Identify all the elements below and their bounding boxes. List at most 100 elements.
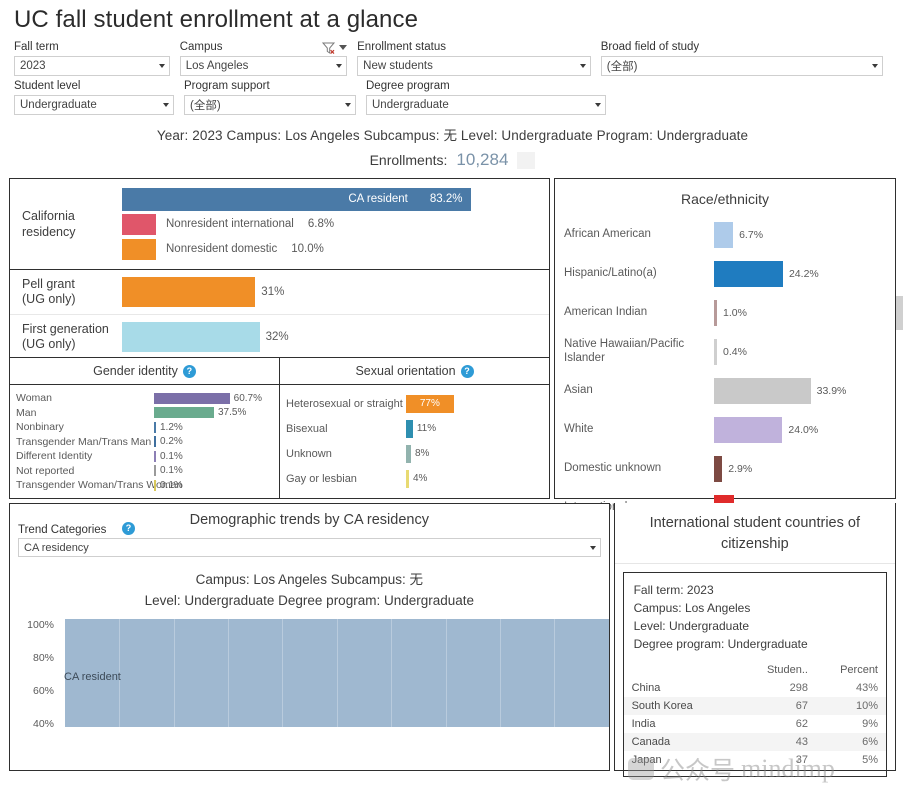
sexual-orientation-row[interactable]: Heterosexual or straight 77% [286,391,545,416]
bar-gender-2[interactable] [154,421,156,433]
sexual-orientation-row[interactable]: Unknown 8% [286,441,545,466]
table-row[interactable]: South Korea 67 10% [623,697,886,715]
cell-country: Canada [623,733,742,751]
table-row[interactable]: China 298 43% [624,679,886,697]
filter-label-text: Degree program [366,80,450,92]
bar-race-5[interactable] [714,416,783,443]
help-icon[interactable]: ? [182,364,196,378]
pell-grant-label: Pell grant (UG only) [22,277,76,306]
bar-orientation-1[interactable] [406,419,413,438]
bar-race-6[interactable] [714,455,723,482]
table-header-row: Studen.. Percent [624,663,886,679]
student-level-select[interactable]: Undergraduate [14,95,174,115]
sexual-orientation-label: Gay or lesbian [286,472,357,485]
enrollment-status-select[interactable]: New students [357,56,591,76]
gender-identity-rows: Woman 60.7% Man 37.5% Nonbinary 1.2% Transgend… [10,385,279,493]
help-icon[interactable]: ? [122,522,135,535]
race-ethnicity-label: Asian [564,383,593,396]
bar-race-4[interactable] [714,377,811,404]
plot-gridline [445,619,447,727]
sexual-orientation-row[interactable]: Gay or lesbian 4% [286,466,545,491]
left-column: California residency CA resident 83.2% N… [9,178,550,499]
sexual-orientation-bar-wrap: 11% [406,419,488,438]
value-gender-4: 0.1% [160,450,183,462]
trend-categories-value: CA residency [24,541,89,554]
bar-race-2[interactable] [714,299,717,326]
gender-identity-row[interactable]: Transgender Woman/Trans Woman 0.1% [16,478,275,493]
race-ethnicity-row[interactable]: Hispanic/Latino(a) 24.2% [555,254,895,293]
bar-orientation-2[interactable] [406,444,411,463]
race-ethnicity-row[interactable]: White 24.0% [555,410,895,449]
program-support-select[interactable]: (全部) [184,95,356,115]
race-ethnicity-row[interactable]: Asian 33.9% [555,371,895,410]
pell-grant-row[interactable]: Pell grant (UG only) 31% [10,270,549,314]
gender-identity-row[interactable]: Nonbinary 1.2% [16,420,275,435]
chevron-down-icon [163,103,169,107]
bar-gender-4[interactable] [154,450,156,462]
first-generation-row[interactable]: First generation (UG only) 32% [10,314,549,358]
race-ethnicity-row[interactable]: African American 6.7% [555,215,895,254]
plot-gridline [391,619,393,727]
vertical-scrollbar-thumb[interactable] [896,296,903,330]
bar-ca-resident[interactable]: CA resident 83.2% [122,187,472,211]
race-ethnicity-row[interactable]: Native Hawaiian/Pacific Islander 0.4% [555,332,895,371]
filter-clear-icon[interactable] [322,42,336,54]
legend-nonresident-domestic: Nonresident domestic [166,243,278,255]
table-row[interactable]: India 62 9% [624,715,886,733]
bar-gender-3[interactable] [154,436,156,448]
residency-row[interactable]: Nonresident domestic 10.0% [122,237,543,262]
value-race-5: 24.0% [788,423,819,436]
degree-program-select[interactable]: Undergraduate [366,95,606,115]
race-ethnicity-row[interactable]: American Indian 1.0% [555,293,895,332]
bar-gender-5[interactable] [154,465,156,477]
cell-country: China [631,682,661,694]
swatch-nonresident-international [122,213,156,235]
bar-gender-6[interactable] [154,479,156,491]
trend-categories-select[interactable]: CA residency [18,538,601,557]
bar-gender-0[interactable] [154,392,230,404]
gender-identity-bar-wrap: 0.1% [154,479,262,491]
y-axis-tick: 40% [32,718,54,730]
trends-plot[interactable]: 100% 80% 60% 40% CA resident [10,619,609,730]
cell-students: 37 [795,754,808,766]
bar-first-generation[interactable] [122,321,260,352]
gender-identity-row[interactable]: Transgender Man/Trans Man 0.2% [16,435,275,450]
bar-race-3[interactable] [714,338,717,365]
gender-identity-label: Not reported [16,464,75,477]
enrollment-status-value: New students [363,60,433,72]
residency-row[interactable]: Nonresident international 6.8% [122,212,543,237]
col-country [624,663,742,679]
first-generation-label: First generation (UG only) [22,321,109,351]
fall-term-select[interactable]: 2023 [14,56,170,76]
value-race-6: 2.9% [728,462,753,475]
gender-identity-label: Different Identity [16,450,93,463]
table-row[interactable]: Japan 37 5% [624,751,886,769]
chevron-down-icon[interactable] [339,44,348,50]
sexual-orientation-row[interactable]: Bisexual 11% [286,416,545,441]
dashboard-row-bottom: Demographic trends by CA residency ? Tre… [9,296,903,777]
gender-identity-row[interactable]: Woman 60.7% [16,391,275,406]
residency-row[interactable]: CA resident 83.2% [122,187,543,212]
trends-plot-area[interactable] [65,619,609,727]
page-title: UC fall student enrollment at a glance [14,6,419,33]
bar-race-1[interactable] [714,260,783,287]
table-row[interactable]: Canada 43 6% [623,733,886,751]
bar-orientation-0[interactable]: 77% [406,394,454,413]
gender-identity-row[interactable]: Man 37.5% [16,406,275,421]
chevron-down-icon [595,103,601,107]
bar-race-0[interactable] [714,221,734,248]
gender-identity-row[interactable]: Different Identity 0.1% [16,449,275,464]
filter-student-level: Student level Undergraduate [14,79,174,115]
bar-gender-1[interactable] [154,407,214,419]
broad-field-select[interactable]: (全部) [600,56,883,76]
panel-international-countries: International student countries of citiz… [613,296,903,777]
bar-orientation-3[interactable] [406,469,409,488]
help-icon[interactable]: ? [460,364,474,378]
gender-identity-row[interactable]: Not reported 0.1% [16,464,275,479]
broad-field-value: (全部) [606,61,638,73]
race-ethnicity-row[interactable]: Domestic unknown 2.9% [555,449,895,488]
sexual-orientation-bar-wrap: 4% [406,469,488,488]
campus-select[interactable]: Los Angeles [179,56,348,76]
race-ethnicity-label: Domestic unknown [564,461,662,474]
bar-pell-grant[interactable] [122,277,256,307]
